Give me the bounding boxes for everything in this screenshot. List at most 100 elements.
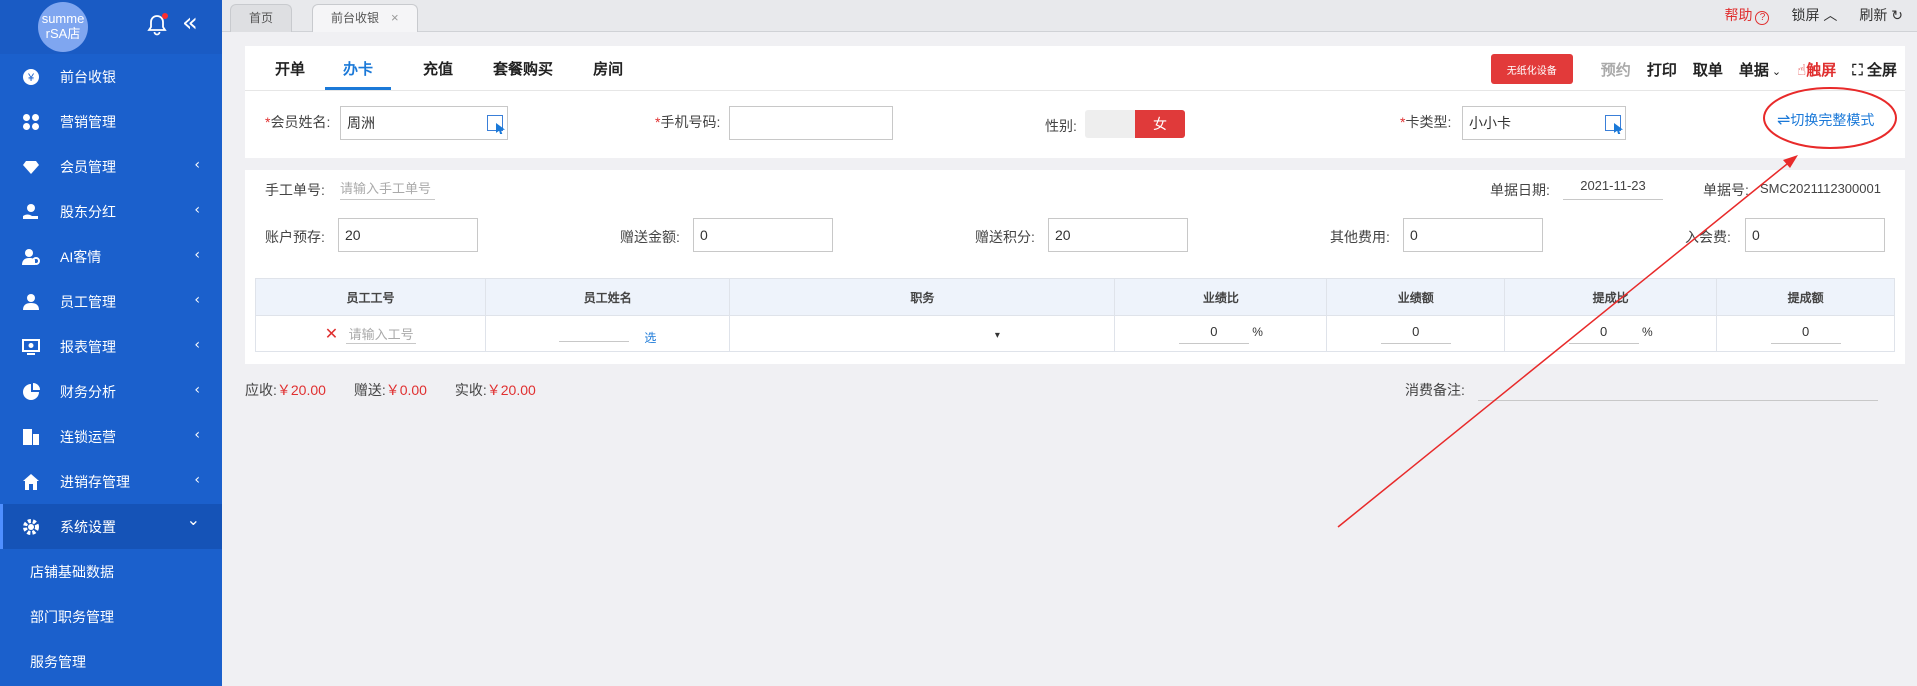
collapse-sidebar-icon[interactable]: « [182,10,198,36]
perf-amount-cell: 0 [1326,315,1506,352]
position-cell: ▾ [729,315,1116,352]
sidebar-item-9[interactable]: 进销存管理 ‹ [0,459,222,504]
other-fee-input[interactable]: 0 [1403,218,1543,252]
tab-package[interactable]: 套餐购买 [493,46,553,90]
manual-no-input[interactable]: 请输入手工单号 [340,178,435,200]
svg-text:¥: ¥ [27,72,35,84]
chevron-left-icon: ‹ [194,472,200,488]
tab-issue-card[interactable]: 办卡 [325,46,392,90]
select-pointer-icon[interactable] [1605,115,1621,131]
lock-screen-button[interactable]: 锁屏 ︿ [1791,5,1837,25]
sidebar-item-1[interactable]: 营销管理 [0,99,222,144]
gift-value: ￥0.00 [385,382,427,398]
sidebar-item-0[interactable]: ¥ 前台收银 [0,54,222,99]
gender-toggle[interactable]: 女 [1085,110,1185,138]
phone-input[interactable] [729,106,893,140]
receivable-value: ￥20.00 [276,382,326,398]
monitor-icon [21,337,41,357]
user-icon [21,292,41,312]
sidebar-item-5[interactable]: 员工管理 ‹ [0,279,222,324]
pie-icon [21,382,41,402]
reserve-button[interactable]: 预约 [1601,59,1631,80]
tab-front-cashier[interactable]: 前台收银 × [312,4,418,32]
prepay-input[interactable]: 20 [338,218,478,252]
sidebar-subitem-1[interactable]: 部门职务管理 [0,594,222,639]
fullscreen-button[interactable]: ⛶ 全屏 [1852,59,1897,80]
expand-icon: ⛶ [1852,61,1863,79]
sidebar-item-10[interactable]: 系统设置 ⌄ [0,504,222,549]
help-button[interactable]: 帮助? [1724,5,1770,25]
fetch-bill-button[interactable]: 取单 [1693,59,1723,80]
sidebar-item-label: AI客情 [60,248,102,265]
chevron-left-icon: ‹ [194,202,200,218]
gift-points-input[interactable]: 20 [1048,218,1188,252]
sidebar-header: summe rSA店 « [0,0,222,54]
sidebar-item-2[interactable]: 会员管理 ‹ [0,144,222,189]
sidebar-item-8[interactable]: 连锁运营 ‹ [0,414,222,459]
table-header-row: 员工工号 员工姓名 职务 业绩比 业绩额 提成比 提成额 [255,278,1895,316]
touch-icon: ☝ [1797,61,1807,79]
comm-ratio-input[interactable]: 0 [1568,324,1639,344]
hand-coin-icon [21,202,41,222]
tab-home[interactable]: 首页 [230,4,293,32]
staff-no-input[interactable]: 请输入工号 [346,324,417,344]
gift-amount-input[interactable]: 0 [693,218,833,252]
join-fee-input[interactable]: 0 [1745,218,1885,252]
bell-icon[interactable] [146,13,168,36]
sidebar-item-label: 连锁运营 [60,428,116,445]
swap-icon: ⇌ [1777,112,1791,129]
tab-recharge[interactable]: 充值 [423,46,453,90]
chevron-left-icon: ‹ [194,292,200,308]
notification-dot [162,13,168,19]
avatar[interactable]: summe rSA店 [38,2,88,52]
remark-input[interactable] [1478,400,1878,401]
comm-amount-input[interactable]: 0 [1770,324,1841,344]
chevron-left-icon: ‹ [194,337,200,353]
sidebar-item-7[interactable]: 财务分析 ‹ [0,369,222,414]
date-label: 单据日期: [1490,182,1550,198]
position-dropdown[interactable]: ▾ [995,330,1000,341]
col-perf-amount: 业绩额 [1326,278,1506,316]
perf-ratio-input[interactable]: 0 [1178,324,1249,344]
manual-no-label: 手工单号: [265,182,325,198]
actual-label: 实收: [454,382,487,398]
tab-open-bill[interactable]: 开单 [275,46,305,90]
close-icon[interactable]: × [391,10,399,25]
perf-amount-input[interactable]: 0 [1380,324,1451,344]
diamond-icon [21,157,41,177]
member-name-input[interactable]: 周洲 [340,106,508,140]
gift-label: 赠送: [353,382,386,398]
refresh-button[interactable]: 刷新 ↻ [1859,5,1903,25]
sidebar-item-4[interactable]: AI客情 ‹ [0,234,222,279]
paperless-device-button[interactable]: 无纸化设备 [1490,54,1573,84]
join-fee-label: 入会费: [1685,229,1731,245]
delete-row-icon[interactable]: ✕ [325,326,338,343]
switch-full-mode-button[interactable]: ⇌切换完整模式 [1777,110,1874,130]
select-staff-button[interactable]: 选 [644,331,656,345]
col-staff-name: 员工姓名 [484,278,731,316]
select-pointer-icon[interactable] [487,115,503,131]
touch-screen-button[interactable]: ☝触屏 [1797,59,1836,80]
tab-room[interactable]: 房间 [593,46,623,90]
col-comm-amount: 提成额 [1716,278,1895,316]
sidebar: summe rSA店 « ¥ 前台收银 营销管理 会员管理 ‹ 股东分红 ‹ AI客情 ‹ 员工管… [0,0,222,686]
col-position: 职务 [729,278,1116,316]
toolbar: 无纸化设备 预约 打印 取单 单据 ⌄ ☝触屏 ⛶ 全屏 [1490,54,1897,84]
sidebar-item-6[interactable]: 报表管理 ‹ [0,324,222,369]
gift-points-label: 赠送积分: [975,229,1035,245]
date-input[interactable]: 2021-11-23 [1563,178,1663,200]
sidebar-item-label: 进销存管理 [60,473,130,490]
documents-dropdown[interactable]: 单据 ⌄ [1739,59,1781,80]
sidebar-item-3[interactable]: 股东分红 ‹ [0,189,222,234]
sidebar-subitem-2[interactable]: 服务管理 [0,639,222,684]
print-button[interactable]: 打印 [1647,59,1677,80]
card-type-input[interactable]: 小小卡 [1462,106,1626,140]
staff-name-input[interactable] [559,322,630,342]
card-detail: 手工单号: 请输入手工单号 单据日期: 2021-11-23 单据号: SMC2… [245,170,1905,364]
sidebar-item-label: 财务分析 [60,383,116,400]
question-icon: ? [1755,11,1770,25]
sidebar-item-label: 员工管理 [60,293,116,310]
gender-toggle-off [1085,110,1135,138]
sidebar-subitem-0[interactable]: 店铺基础数据 [0,549,222,594]
chevron-down-icon: ⌄ [186,510,200,529]
